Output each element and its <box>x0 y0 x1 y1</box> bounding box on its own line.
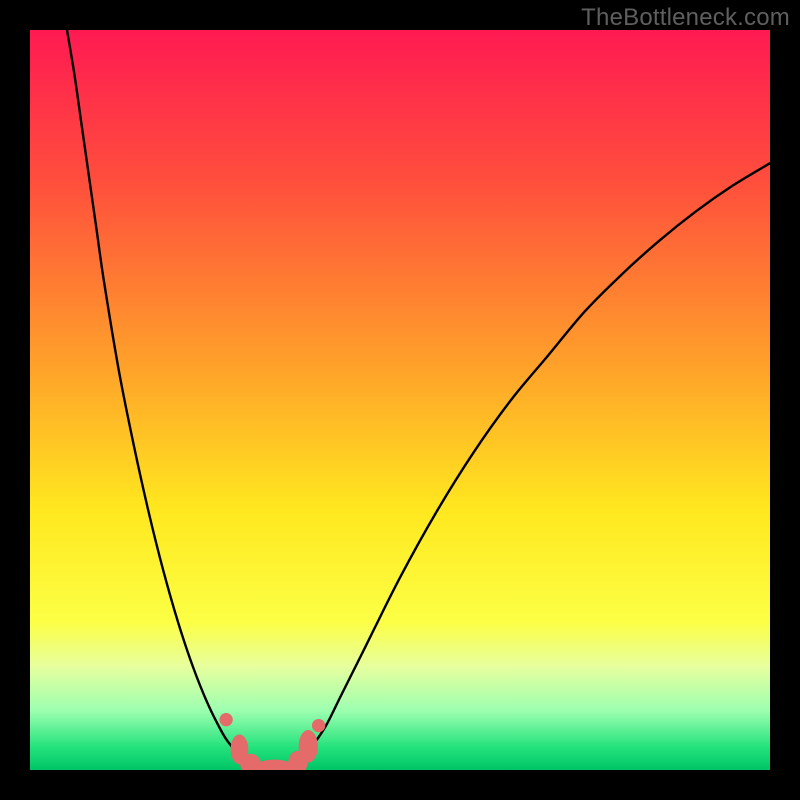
watermark-text: TheBottleneck.com <box>581 4 790 32</box>
marker-dot-left-upper <box>219 713 232 726</box>
chart-svg <box>30 30 770 770</box>
chart-background <box>30 30 770 770</box>
marker-blob-right-2 <box>299 730 318 763</box>
chart-frame <box>30 30 770 770</box>
marker-dot-right-upper <box>312 719 325 732</box>
